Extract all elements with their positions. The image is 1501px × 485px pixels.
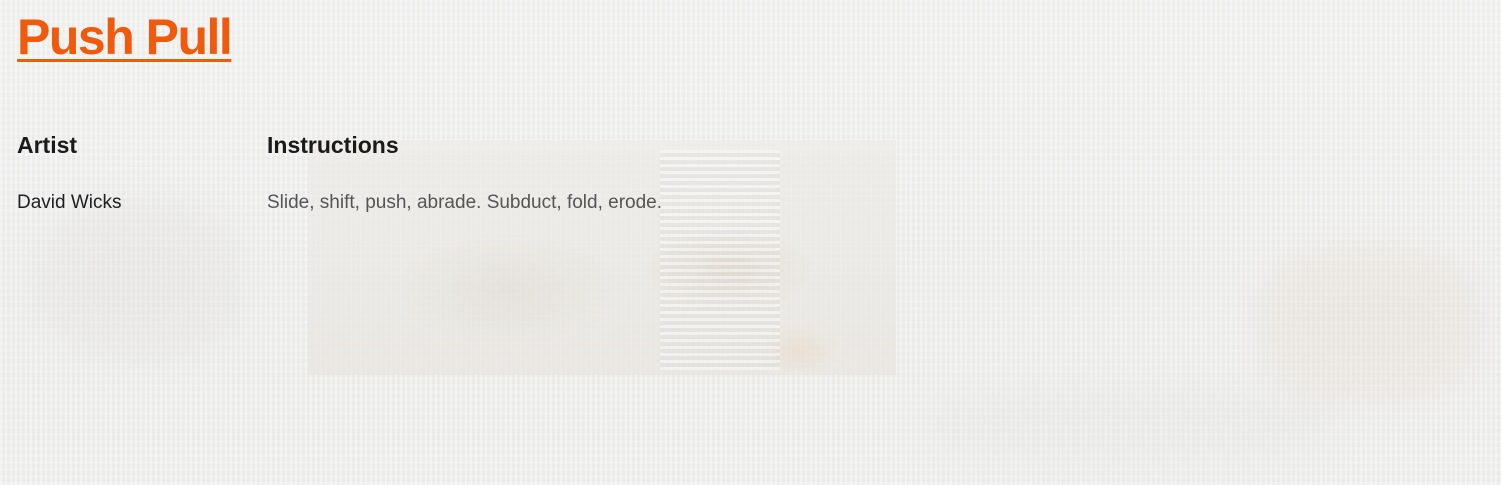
artist-heading: Artist [17,132,78,158]
artist-name: David Wicks [17,192,122,213]
page-title-link[interactable]: Push Pull [17,8,233,66]
instructions-heading: Instructions [267,132,399,158]
instructions-section: Instructions Slide, shift, push, abrade.… [267,130,662,216]
instructions-text: Slide, shift, push, abrade. Subduct, fol… [267,192,663,213]
main-content: Push Pull Artist David Wicks Instruction… [0,0,1501,485]
artist-section: Artist David Wicks [17,130,122,216]
